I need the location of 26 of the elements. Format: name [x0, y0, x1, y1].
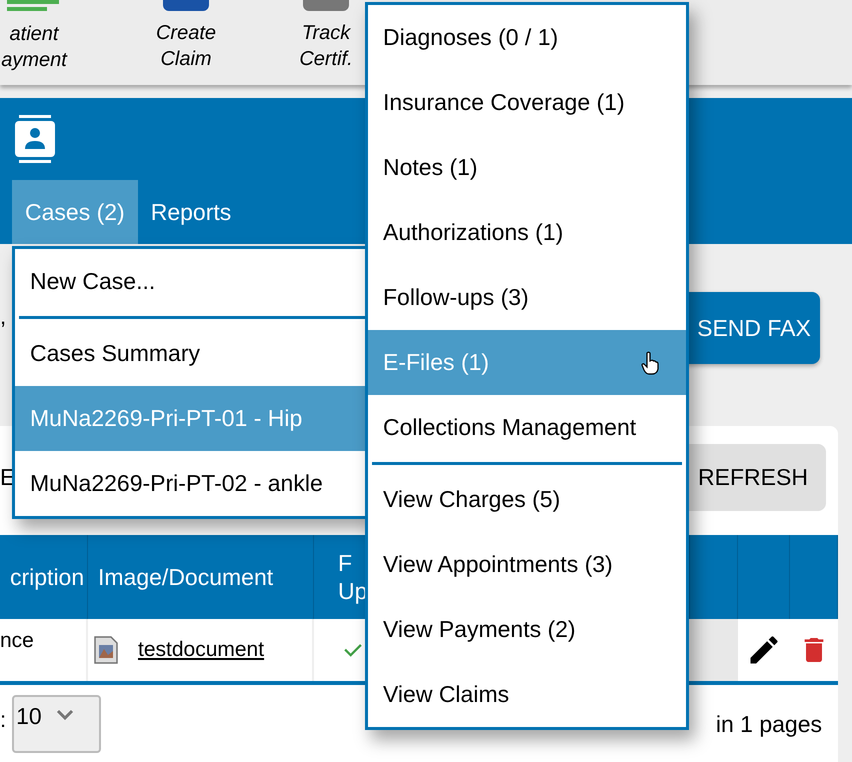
text-fragment: ,	[0, 306, 6, 328]
tab[interactable]: Reports	[138, 180, 244, 244]
column-header: Image/Document	[88, 535, 314, 619]
menu-item[interactable]: Notes (1)	[368, 135, 686, 200]
menu-item[interactable]: Insurance Coverage (1)	[368, 70, 686, 135]
image-file-icon	[94, 636, 118, 664]
menu-item[interactable]: Cases Summary	[15, 321, 369, 386]
menu-item[interactable]: Authorizations (1)	[368, 200, 686, 265]
toolbar-button[interactable]: atient ayment	[1, 21, 67, 73]
rows-label: :	[0, 706, 6, 734]
page-size-select[interactable]: 10	[12, 695, 102, 753]
contact-card-icon	[15, 115, 55, 163]
toolbar-button[interactable]: Create Claim	[156, 20, 216, 72]
table-cell	[690, 619, 738, 681]
lines-icon	[7, 0, 61, 12]
menu-item[interactable]: Diagnoses (0 / 1)	[368, 5, 686, 70]
menu-item[interactable]: View Claims	[368, 662, 686, 727]
menu-item[interactable]: View Appointments (3)	[368, 532, 686, 597]
hand-cursor-icon	[641, 350, 659, 374]
document-link[interactable]: testdocument	[138, 634, 264, 666]
column-header: cription	[0, 535, 88, 619]
page-info: in 1 pages	[716, 710, 822, 739]
menu-item[interactable]: MuNa2269-Pri-PT-02 - ankle	[15, 451, 369, 516]
menu-item[interactable]: New Case...	[15, 249, 369, 314]
chevron-down-icon	[56, 709, 74, 721]
toolbar-button[interactable]: Track Certif.	[299, 20, 353, 72]
